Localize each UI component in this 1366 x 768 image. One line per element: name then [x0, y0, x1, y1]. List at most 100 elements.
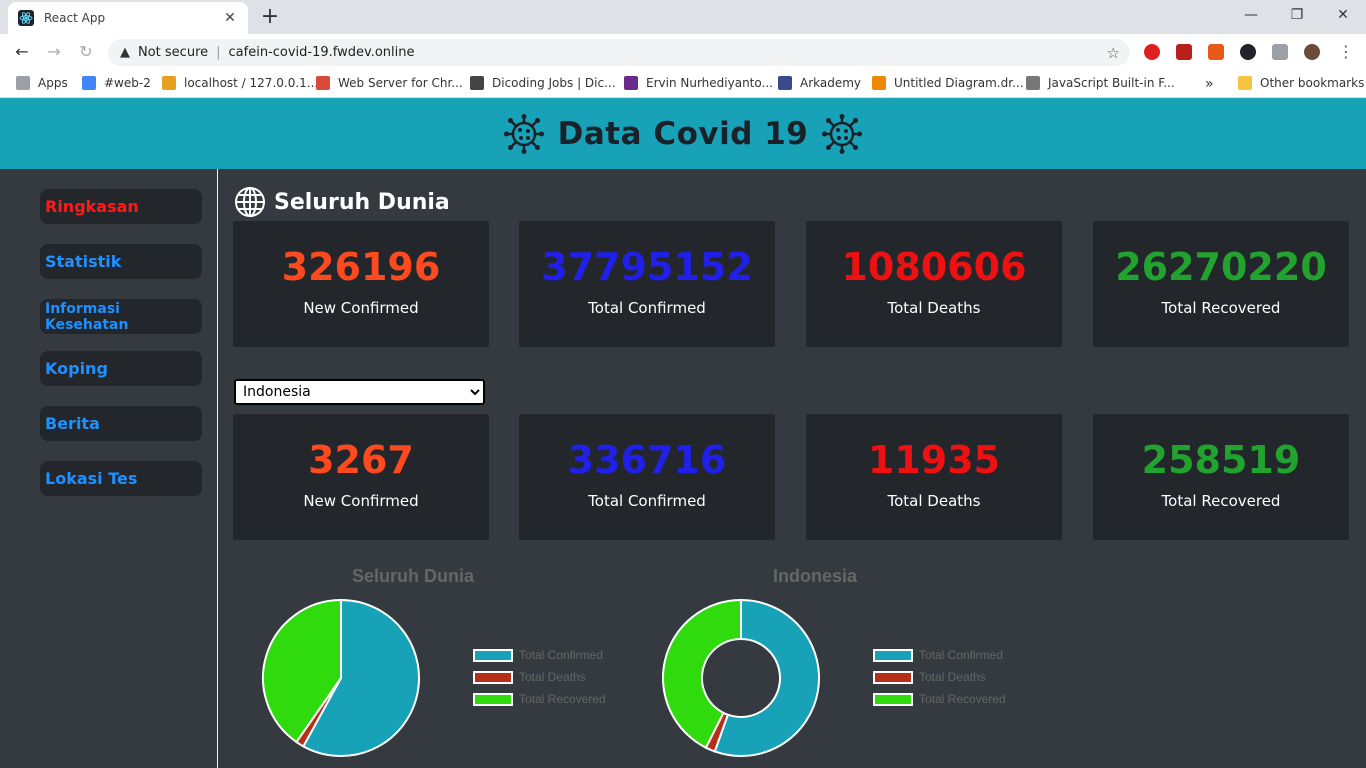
bookmarks-bar: Apps #web-2 localhost / 127.0.0.1... Web… [0, 70, 1366, 98]
overflow-label: » [1205, 76, 1214, 92]
virus-icon [822, 113, 863, 154]
sidebar-item-koping[interactable]: Koping [40, 351, 202, 386]
stat-card: 11935 Total Deaths [806, 414, 1062, 540]
tab-title: React App [44, 11, 106, 25]
stat-card: 26270220 Total Recovered [1093, 221, 1349, 347]
stat-card: 3267 New Confirmed [233, 414, 489, 540]
security-label: Not secure [138, 45, 209, 60]
profile-avatar[interactable] [1304, 44, 1320, 60]
browser-tab[interactable]: React App ✕ [8, 2, 248, 34]
stat-label: Total Deaths [887, 492, 981, 510]
puzzle-icon[interactable] [1272, 44, 1288, 60]
legend-swatch [473, 692, 513, 706]
sidebar-item-berita[interactable]: Berita [40, 406, 202, 441]
bookmark-webserver[interactable]: Web Server for Chr... [316, 76, 463, 90]
world-pie-chart [262, 598, 420, 757]
bookmark-label: #web-2 [104, 76, 151, 90]
bookmark-localhost[interactable]: localhost / 127.0.0.1... [162, 76, 318, 90]
stat-label: Total Recovered [1161, 492, 1281, 510]
bookmark-diagram[interactable]: Untitled Diagram.dr... [872, 76, 1024, 90]
sidebar-item-ringkasan[interactable]: Ringkasan [40, 189, 202, 224]
bookmark-label: localhost / 127.0.0.1... [184, 76, 319, 90]
react-icon [18, 10, 34, 26]
bookmark-web2[interactable]: #web-2 [82, 76, 151, 90]
bookmark-ervin[interactable]: Ervin Nurhediyanto... [624, 76, 773, 90]
bookmark-favicon-icon [316, 76, 330, 90]
bookmark-star-icon[interactable]: ☆ [1107, 44, 1120, 62]
stat-label: New Confirmed [303, 492, 419, 510]
stat-card: 37795152 Total Confirmed [519, 221, 775, 347]
sidebar-item-lokasi-tes[interactable]: Lokasi Tes [40, 461, 202, 496]
stat-value: 258519 [1141, 438, 1301, 482]
sidebar: Ringkasan Statistik Informasi Kesehatan … [0, 169, 218, 768]
stat-value: 26270220 [1115, 245, 1327, 289]
folder-icon [1238, 76, 1252, 90]
phpmyadmin-icon [162, 76, 176, 90]
stat-card: 258519 Total Recovered [1093, 414, 1349, 540]
sidebar-item-informasi-kesehatan[interactable]: Informasi Kesehatan [40, 299, 202, 334]
bookmark-favicon-icon [82, 76, 96, 90]
forward-icon[interactable]: → [44, 42, 64, 62]
bookmark-other[interactable]: Other bookmarks [1238, 76, 1364, 90]
legend-swatch [473, 648, 513, 662]
drawio-icon [872, 76, 886, 90]
adblock-extension-icon[interactable] [1144, 44, 1160, 60]
legend-label: Total Confirmed [519, 648, 604, 662]
legend-label: Total Recovered [919, 692, 1006, 706]
virus-icon [503, 113, 544, 154]
bookmark-label: Arkademy [800, 76, 862, 90]
minimize-icon[interactable]: — [1228, 4, 1274, 28]
legend-item[interactable]: Total Recovered [473, 688, 606, 710]
bookmark-label: Other bookmarks [1260, 76, 1365, 90]
bookmark-javascript[interactable]: JavaScript Built-in F... [1026, 76, 1175, 90]
stat-card: 336716 Total Confirmed [519, 414, 775, 540]
legend-item[interactable]: Total Deaths [473, 666, 606, 688]
legend-swatch [873, 692, 913, 706]
stat-label: Total Confirmed [588, 492, 706, 510]
browser-toolbar: ← → ↻ ▲ Not secure | cafein-covid-19.fwd… [0, 34, 1366, 70]
country-select[interactable]: Indonesia [234, 379, 485, 405]
bookmark-dicoding[interactable]: Dicoding Jobs | Dic... [470, 76, 616, 90]
indonesia-doughnut-chart [662, 598, 820, 757]
legend-item[interactable]: Total Recovered [873, 688, 1006, 710]
menu-icon[interactable]: ⋮ [1336, 42, 1356, 62]
legend-swatch [873, 648, 913, 662]
new-tab-button[interactable]: + [258, 6, 282, 30]
bookmark-arkademy[interactable]: Arkademy [778, 76, 861, 90]
browser-tabstrip: React App ✕ + — ❐ ✕ [0, 0, 1366, 34]
warning-icon: ▲ [120, 45, 130, 60]
legend-item[interactable]: Total Deaths [873, 666, 1006, 688]
stat-label: Total Deaths [887, 299, 981, 317]
stat-label: Total Recovered [1161, 299, 1281, 317]
omnibox-divider: | [216, 45, 221, 60]
bookmark-label: Untitled Diagram.dr... [894, 76, 1024, 90]
legend-item[interactable]: Total Confirmed [873, 644, 1006, 666]
globe-icon [235, 187, 265, 217]
stat-label: New Confirmed [303, 299, 419, 317]
address-bar[interactable]: ▲ Not secure | cafein-covid-19.fwdev.onl… [108, 39, 1130, 66]
react-devtools-icon[interactable] [1240, 44, 1256, 60]
bookmark-label: Web Server for Chr... [338, 76, 463, 90]
sidebar-item-statistik[interactable]: Statistik [40, 244, 202, 279]
reload-icon[interactable]: ↻ [76, 42, 96, 62]
bookmark-favicon-icon [1026, 76, 1040, 90]
extension-icon[interactable] [1208, 44, 1224, 60]
bookmark-label: Apps [38, 76, 68, 90]
close-icon[interactable]: ✕ [222, 10, 238, 26]
page-title: Data Covid 19 [557, 115, 809, 152]
window-close-icon[interactable]: ✕ [1320, 4, 1366, 28]
bookmarks-overflow-button[interactable]: » [1205, 76, 1214, 92]
chart-title: Seluruh Dunia [352, 566, 475, 586]
section-title: Seluruh Dunia [234, 186, 450, 218]
maximize-icon[interactable]: ❐ [1274, 4, 1320, 28]
legend-swatch [473, 670, 513, 684]
stat-value: 11935 [867, 438, 1001, 482]
legend-item[interactable]: Total Confirmed [473, 644, 606, 666]
bookmark-favicon-icon [624, 76, 638, 90]
pdf-extension-icon[interactable] [1176, 44, 1192, 60]
stat-value: 326196 [281, 245, 441, 289]
back-icon[interactable]: ← [12, 42, 32, 62]
bookmark-label: Ervin Nurhediyanto... [646, 76, 773, 90]
stat-card: 326196 New Confirmed [233, 221, 489, 347]
bookmark-apps[interactable]: Apps [16, 76, 68, 90]
